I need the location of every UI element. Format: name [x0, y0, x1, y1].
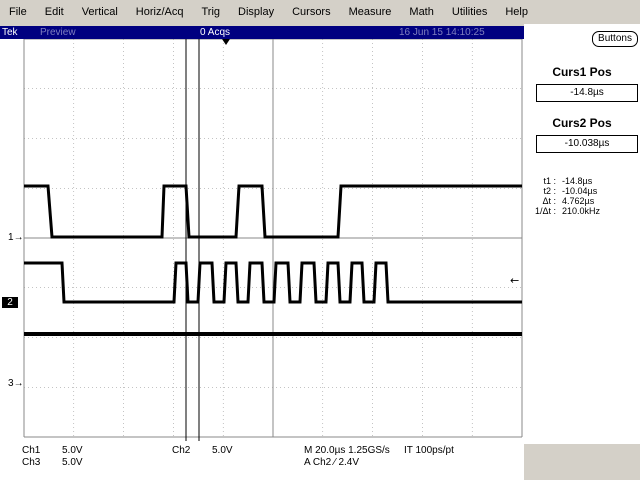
curs1-pos-field[interactable]: -14.8µs: [536, 84, 638, 102]
menu-file[interactable]: File: [0, 6, 36, 18]
readout-frequency-label: 1/Δt :: [534, 206, 556, 216]
menu-utilities[interactable]: Utilities: [443, 6, 496, 18]
readout-frequency-value: 210.0kHz: [562, 206, 601, 216]
readout-delta-t-value: 4.762µs: [562, 196, 595, 206]
mode-label: Preview: [40, 27, 76, 38]
cursor-panel: Buttons Curs1 Pos -14.8µs Curs2 Pos -10.…: [524, 24, 640, 444]
readout-t1: t1 : -14.8µs: [534, 176, 632, 186]
ch3-marker-label: 3: [8, 378, 14, 389]
curs2-pos-label: Curs2 Pos: [552, 116, 612, 130]
menu-horiz-acq[interactable]: Horiz/Acq: [127, 6, 193, 18]
ch3-marker[interactable]: 3→: [8, 378, 24, 389]
menu-edit[interactable]: Edit: [36, 6, 73, 18]
timebase-readout[interactable]: M 20.0µs 1.25GS/s: [304, 445, 390, 457]
graticule: ←: [23, 39, 523, 441]
menu-help[interactable]: Help: [496, 6, 537, 18]
menu-measure[interactable]: Measure: [340, 6, 401, 18]
readout-t1-value: -14.8µs: [562, 176, 593, 186]
ch2-marker[interactable]: 2: [2, 297, 18, 308]
readout-t2: t2 : -10.04µs: [534, 186, 632, 196]
curs1-pos-label: Curs1 Pos: [552, 65, 612, 79]
trigger-position-marker: [222, 39, 230, 45]
buttons-button[interactable]: Buttons: [592, 31, 638, 47]
curs2-pos-field[interactable]: -10.038µs: [536, 135, 638, 153]
waveform-display[interactable]: ← 1→ 2 3→: [0, 39, 524, 441]
menu-display[interactable]: Display: [229, 6, 283, 18]
ch2-scale[interactable]: 5.0V: [212, 445, 233, 457]
readout-t2-value: -10.04µs: [562, 186, 598, 196]
resolution-readout: IT 100ps/pt: [404, 445, 454, 456]
menu-cursors[interactable]: Cursors: [283, 6, 340, 18]
readout-delta-t: Δt : 4.762µs: [534, 196, 632, 206]
readout-t1-label: t1 :: [543, 176, 556, 186]
readout-t2-label: t2 :: [543, 186, 556, 196]
readout-delta-t-label: Δt :: [542, 196, 556, 206]
cursor-readout: t1 : -14.8µs t2 : -10.04µs Δt : 4.762µs 1/Δ…: [534, 176, 632, 216]
ch3-scale[interactable]: 5.0V: [62, 457, 83, 469]
menu-vertical[interactable]: Vertical: [73, 6, 127, 18]
ch3-label: Ch3: [22, 457, 41, 468]
acquisition-count: 0 Acqs: [200, 27, 231, 38]
ch2-arrow-icon: ←: [510, 274, 519, 287]
ch1-scale[interactable]: 5.0V: [62, 445, 83, 457]
ch2-marker-label: 2: [7, 297, 13, 308]
ch1-label: Ch1: [22, 445, 41, 456]
menu-bar: File Edit Vertical Horiz/Acq Trig Displa…: [0, 0, 640, 24]
brand-label: Tek: [2, 27, 18, 38]
readout-frequency: 1/Δt : 210.0kHz: [534, 206, 632, 216]
trigger-readout[interactable]: A Ch2 ⁄ 2.4V: [304, 457, 359, 469]
scope-title-bar: Tek Preview 0 Acqs 16 Jun 15 14:10:25: [0, 26, 524, 39]
status-bar: Ch1 5.0V Ch3 5.0V Ch2 5.0V M 20.0µs 1.25…: [0, 441, 524, 480]
menu-math[interactable]: Math: [400, 6, 442, 18]
menu-trig[interactable]: Trig: [192, 6, 229, 18]
ch2-label: Ch2: [172, 445, 191, 456]
date-time: 16 Jun 15 14:10:25: [399, 27, 485, 38]
ch1-marker[interactable]: 1→: [8, 232, 24, 243]
ch1-marker-label: 1: [8, 232, 14, 243]
